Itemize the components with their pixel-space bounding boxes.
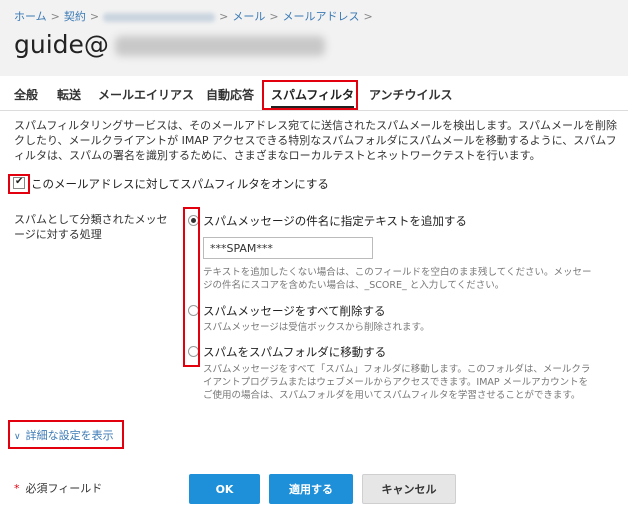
tab-spam-filter[interactable]: スパムフィルタ bbox=[271, 86, 355, 108]
page-header: ホーム > 契約 > > メール > メールアドレス > guide@ bbox=[0, 0, 628, 76]
option-delete-all-spam-hint: スパムメッセージは受信ボックスから削除されます。 bbox=[203, 322, 430, 333]
tab-antivirus[interactable]: アンチウイルス bbox=[369, 86, 453, 103]
ok-button[interactable]: OK bbox=[189, 474, 260, 504]
description-line: ィルタは、スパムの署名を識別するために、さまざまなローカルテストとネットワークテ… bbox=[14, 149, 541, 162]
option-move-to-spam-folder-hint: イアントプログラムまたはウェブメールからアクセスできます。IMAP メールアカウ… bbox=[203, 377, 589, 388]
required-fields-label: 必須フィールド bbox=[25, 482, 103, 495]
page-title: guide@ bbox=[14, 30, 325, 59]
description-line: クしたり、メールクライアントが IMAP アクセスできる特別なスパムフォルダにス… bbox=[14, 134, 617, 147]
apply-button[interactable]: 適用する bbox=[269, 474, 353, 504]
tab-forwarding[interactable]: 転送 bbox=[57, 86, 81, 103]
tab-auto-reply[interactable]: 自動応答 bbox=[206, 86, 254, 103]
show-advanced-settings-link[interactable]: ∨ 詳細な設定を表示 bbox=[14, 427, 114, 443]
spam-subject-text-input[interactable] bbox=[203, 237, 373, 259]
active-tab-underline bbox=[271, 106, 355, 108]
chevron-down-icon: ∨ bbox=[14, 432, 21, 442]
tab-bar: 全般 転送 メールエイリアス 自動応答 スパムフィルタ アンチウイルス bbox=[0, 76, 628, 111]
option-move-to-spam-folder-hint: ご使用の場合は、スパムフォルダを用いてスパムフィルタを学習させることができます。 bbox=[203, 390, 581, 401]
breadcrumb-separator: > bbox=[219, 10, 229, 23]
page-title-text: guide@ bbox=[14, 30, 109, 59]
radio-delete-all-spam[interactable] bbox=[188, 305, 199, 316]
breadcrumb-contract[interactable]: 契約 bbox=[64, 10, 86, 23]
required-fields-note: * 必須フィールド bbox=[14, 480, 102, 496]
tab-mail-aliases[interactable]: メールエイリアス bbox=[98, 86, 194, 103]
enable-spam-filter-checkbox[interactable] bbox=[13, 176, 25, 189]
breadcrumb-home[interactable]: ホーム bbox=[14, 10, 47, 23]
spam-action-label: スパムとして分類されたメッセ ージに対する処理 bbox=[14, 212, 184, 242]
spam-action-label-line: スパムとして分類されたメッセ bbox=[14, 213, 168, 226]
spam-action-label-line: ージに対する処理 bbox=[14, 228, 102, 241]
option-add-subject-text-hint: ジの件名にスコアを含めたい場合は、_SCORE_ と入力してください。 bbox=[203, 280, 505, 291]
enable-spam-filter-label[interactable]: このメールアドレスに対してスパムフィルタをオンにする bbox=[31, 176, 329, 192]
option-delete-all-spam-label[interactable]: スパムメッセージをすべて削除する bbox=[203, 303, 386, 319]
cancel-button[interactable]: キャンセル bbox=[362, 474, 456, 504]
highlight-radio-options bbox=[183, 207, 200, 367]
option-move-to-spam-folder-label[interactable]: スパムをスパムフォルダに移動する bbox=[203, 344, 386, 360]
description-line: スパムフィルタリングサービスは、そのメールアドレス宛てに送信されたスパムメールを… bbox=[14, 119, 618, 132]
tab-general[interactable]: 全般 bbox=[14, 86, 38, 103]
option-move-to-spam-folder-hint: スパムメッセージをすべて「スパム」フォルダに移動します。このフォルダは、メールク… bbox=[203, 364, 591, 375]
breadcrumb-separator: > bbox=[89, 10, 100, 23]
breadcrumb-separator: > bbox=[269, 10, 279, 23]
tab-spam-filter-label: スパムフィルタ bbox=[271, 88, 355, 102]
radio-move-to-spam-folder[interactable] bbox=[188, 346, 199, 357]
breadcrumb-mail-address[interactable]: メールアドレス bbox=[283, 10, 360, 23]
radio-add-subject-text[interactable] bbox=[188, 215, 199, 226]
option-add-subject-text-label[interactable]: スパムメッセージの件名に指定テキストを追加する bbox=[203, 213, 467, 229]
option-add-subject-text-hint: テキストを追加したくない場合は、このフィールドを空白のまま残してください。メッセ… bbox=[203, 267, 592, 278]
required-star-icon: * bbox=[14, 482, 20, 495]
breadcrumb-separator: > bbox=[50, 10, 60, 23]
breadcrumb-mail[interactable]: メール bbox=[232, 10, 265, 23]
spam-filter-description: スパムフィルタリングサービスは、そのメールアドレス宛てに送信されたスパムメールを… bbox=[14, 118, 628, 163]
show-advanced-settings-label: 詳細な設定を表示 bbox=[25, 429, 114, 442]
breadcrumb-redacted-domain[interactable] bbox=[103, 12, 216, 22]
breadcrumb-separator: > bbox=[363, 10, 373, 23]
page-title-redacted-domain bbox=[114, 36, 325, 56]
breadcrumb: ホーム > 契約 > > メール > メールアドレス > bbox=[14, 8, 377, 24]
